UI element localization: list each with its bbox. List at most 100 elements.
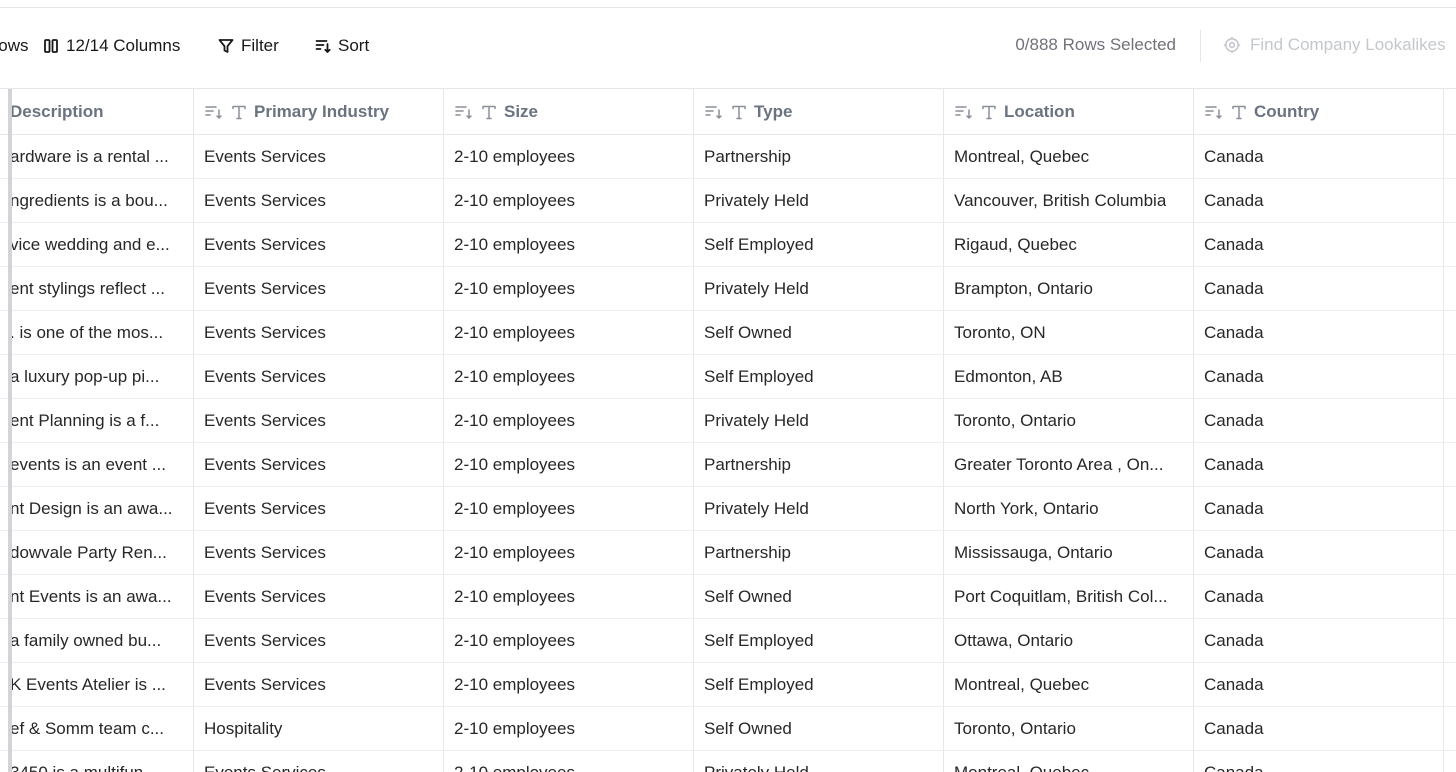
sort-icon[interactable]: [704, 103, 724, 121]
cell-next[interactable]: [1444, 443, 1456, 486]
sort-button[interactable]: Sort: [315, 35, 369, 57]
cell-description[interactable]: nt Design is an awa...: [0, 487, 194, 530]
column-header-size[interactable]: Size: [444, 89, 694, 134]
cell-size[interactable]: 2-10 employees: [444, 531, 694, 574]
cell-description[interactable]: events is an event ...: [0, 443, 194, 486]
table-row[interactable]: a family owned bu... Events Services 2-10 …: [0, 619, 1456, 663]
table-row[interactable]: . is one of the mos... Events Services 2-1…: [0, 311, 1456, 355]
cell-size[interactable]: 2-10 employees: [444, 487, 694, 530]
cell-country[interactable]: Canada: [1194, 707, 1444, 750]
cell-country[interactable]: Canada: [1194, 487, 1444, 530]
cell-size[interactable]: 2-10 employees: [444, 663, 694, 706]
cell-country[interactable]: Canada: [1194, 399, 1444, 442]
table-row[interactable]: vice wedding and e... Events Services 2-10…: [0, 223, 1456, 267]
cell-location[interactable]: Mississauga, Ontario: [944, 531, 1194, 574]
cell-type[interactable]: Privately Held: [694, 751, 944, 772]
cell-location[interactable]: Montreal, Quebec: [944, 751, 1194, 772]
cell-type[interactable]: Self Owned: [694, 575, 944, 618]
cell-next[interactable]: [1444, 267, 1456, 310]
table-row[interactable]: ef & Somm team c... Hospitality 2-10 emplo…: [0, 707, 1456, 751]
cell-country[interactable]: Canada: [1194, 267, 1444, 310]
cell-description[interactable]: ardware is a rental ...: [0, 135, 194, 178]
cell-location[interactable]: Montreal, Quebec: [944, 135, 1194, 178]
cell-location[interactable]: Port Coquitlam, British Col...: [944, 575, 1194, 618]
table-row[interactable]: dowvale Party Ren... Events Services 2-10 …: [0, 531, 1456, 575]
cell-country[interactable]: Canada: [1194, 179, 1444, 222]
cell-country[interactable]: Canada: [1194, 223, 1444, 266]
find-company-lookalikes-button[interactable]: Find Company Lookalikes: [1223, 35, 1446, 55]
cell-location[interactable]: Montreal, Quebec: [944, 663, 1194, 706]
cell-next[interactable]: [1444, 751, 1456, 772]
columns-button[interactable]: 12/14 Columns: [43, 35, 180, 57]
cell-description[interactable]: ngredients is a bou...: [0, 179, 194, 222]
cell-country[interactable]: Canada: [1194, 663, 1444, 706]
table-row[interactable]: nt Design is an awa... Events Services 2-1…: [0, 487, 1456, 531]
table-row[interactable]: 3450 is a multifun... Events Services 2-10…: [0, 751, 1456, 772]
sort-icon[interactable]: [454, 103, 474, 121]
cell-size[interactable]: 2-10 employees: [444, 619, 694, 662]
sort-icon[interactable]: [204, 103, 224, 121]
cell-type[interactable]: Privately Held: [694, 267, 944, 310]
cell-primary-industry[interactable]: Events Services: [194, 267, 444, 310]
cell-size[interactable]: 2-10 employees: [444, 135, 694, 178]
cell-country[interactable]: Canada: [1194, 619, 1444, 662]
column-header-description[interactable]: Description: [0, 89, 194, 134]
cell-size[interactable]: 2-10 employees: [444, 179, 694, 222]
cell-description[interactable]: ent stylings reflect ...: [0, 267, 194, 310]
cell-next[interactable]: [1444, 531, 1456, 574]
table-row[interactable]: events is an event ... Events Services 2-1…: [0, 443, 1456, 487]
cell-country[interactable]: Canada: [1194, 355, 1444, 398]
cell-type[interactable]: Self Owned: [694, 311, 944, 354]
table-row[interactable]: K Events Atelier is ... Events Services 2-…: [0, 663, 1456, 707]
cell-size[interactable]: 2-10 employees: [444, 399, 694, 442]
cell-location[interactable]: North York, Ontario: [944, 487, 1194, 530]
column-header-next[interactable]: [1444, 89, 1456, 134]
cell-primary-industry[interactable]: Events Services: [194, 355, 444, 398]
cell-description[interactable]: nt Events is an awa...: [0, 575, 194, 618]
cell-type[interactable]: Self Employed: [694, 619, 944, 662]
cell-location[interactable]: Ottawa, Ontario: [944, 619, 1194, 662]
sort-icon[interactable]: [1204, 103, 1224, 121]
table-row[interactable]: ardware is a rental ... Events Services 2-…: [0, 135, 1456, 179]
cell-next[interactable]: [1444, 487, 1456, 530]
table-row[interactable]: nt Events is an awa... Events Services 2-1…: [0, 575, 1456, 619]
cell-description[interactable]: K Events Atelier is ...: [0, 663, 194, 706]
cell-next[interactable]: [1444, 663, 1456, 706]
cell-type[interactable]: Privately Held: [694, 399, 944, 442]
cell-location[interactable]: Rigaud, Quebec: [944, 223, 1194, 266]
table-row[interactable]: ent stylings reflect ... Events Services 2…: [0, 267, 1456, 311]
cell-size[interactable]: 2-10 employees: [444, 223, 694, 266]
cell-next[interactable]: [1444, 399, 1456, 442]
cell-next[interactable]: [1444, 311, 1456, 354]
cell-size[interactable]: 2-10 employees: [444, 575, 694, 618]
cell-primary-industry[interactable]: Events Services: [194, 751, 444, 772]
cell-type[interactable]: Partnership: [694, 531, 944, 574]
filter-button[interactable]: Filter: [218, 35, 279, 57]
cell-primary-industry[interactable]: Events Services: [194, 443, 444, 486]
cell-primary-industry[interactable]: Hospitality: [194, 707, 444, 750]
cell-description[interactable]: a family owned bu...: [0, 619, 194, 662]
column-header-type[interactable]: Type: [694, 89, 944, 134]
column-header-country[interactable]: Country: [1194, 89, 1444, 134]
cell-primary-industry[interactable]: Events Services: [194, 619, 444, 662]
cell-description[interactable]: dowvale Party Ren...: [0, 531, 194, 574]
cell-primary-industry[interactable]: Events Services: [194, 311, 444, 354]
cell-description[interactable]: vice wedding and e...: [0, 223, 194, 266]
sort-icon[interactable]: [954, 103, 974, 121]
cell-size[interactable]: 2-10 employees: [444, 311, 694, 354]
cell-type[interactable]: Self Employed: [694, 355, 944, 398]
frozen-column-divider[interactable]: [8, 89, 12, 772]
cell-description[interactable]: a luxury pop-up pi...: [0, 355, 194, 398]
cell-next[interactable]: [1444, 223, 1456, 266]
table-row[interactable]: ent Planning is a f... Events Services 2-1…: [0, 399, 1456, 443]
cell-description[interactable]: ent Planning is a f...: [0, 399, 194, 442]
cell-location[interactable]: Vancouver, British Columbia: [944, 179, 1194, 222]
cell-next[interactable]: [1444, 707, 1456, 750]
cell-next[interactable]: [1444, 619, 1456, 662]
cell-size[interactable]: 2-10 employees: [444, 751, 694, 772]
cell-size[interactable]: 2-10 employees: [444, 355, 694, 398]
cell-type[interactable]: Privately Held: [694, 487, 944, 530]
cell-primary-industry[interactable]: Events Services: [194, 179, 444, 222]
cell-location[interactable]: Toronto, ON: [944, 311, 1194, 354]
cell-type[interactable]: Partnership: [694, 135, 944, 178]
